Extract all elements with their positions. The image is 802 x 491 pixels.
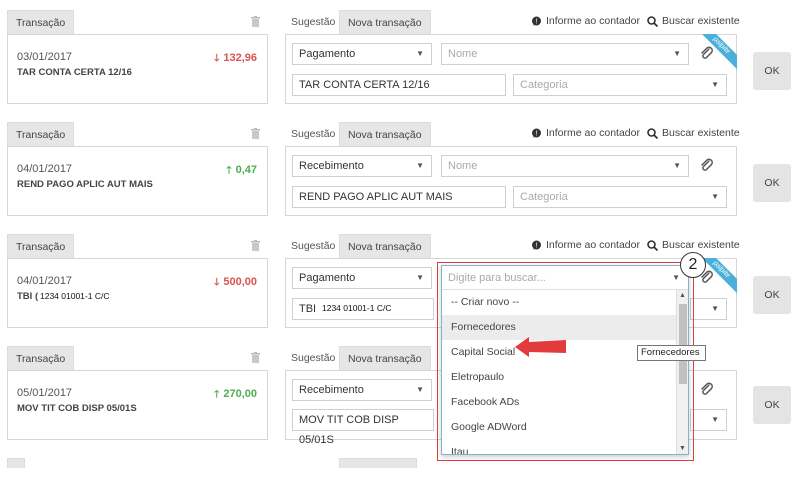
- tab-transacao-partial[interactable]: [7, 458, 25, 468]
- tab-nova-transacao[interactable]: Nova transação: [339, 346, 431, 370]
- arrow-down-icon: 🡓: [214, 53, 220, 64]
- caret-down-icon: ▼: [711, 304, 719, 313]
- tab-sugestao[interactable]: Sugestão: [287, 10, 339, 34]
- trash-icon[interactable]: [251, 352, 260, 363]
- tab-transacao[interactable]: Transação: [7, 10, 75, 34]
- buscar-link[interactable]: Buscar existente: [647, 239, 740, 251]
- caret-down-icon: ▼: [416, 161, 424, 170]
- categoria-select[interactable]: ▼: [690, 298, 727, 320]
- type-select[interactable]: Recebimento ▼: [292, 379, 432, 401]
- caret-down-icon: ▼: [711, 80, 719, 89]
- categoria-select[interactable]: ▼: [690, 409, 727, 431]
- nome-select[interactable]: Nome ▼: [441, 43, 689, 65]
- search-icon: [647, 127, 658, 139]
- transaction-card: 03/01/2017 TAR CONTA CERTA 12/16 🡓 132,96: [7, 34, 268, 104]
- tooltip: Fornecedores: [637, 345, 706, 361]
- transaction-desc: TBI (: [17, 291, 39, 302]
- tab-nova-transacao[interactable]: Nova transação: [339, 122, 431, 146]
- highlight-box: [437, 262, 694, 461]
- tab-nova-transacao[interactable]: Nova transação: [339, 234, 431, 258]
- categoria-select[interactable]: Categoria ▼: [513, 186, 727, 208]
- memo-input[interactable]: TAR CONTA CERTA 12/16: [292, 74, 506, 96]
- informe-link[interactable]: ! Informe ao contador: [531, 239, 640, 251]
- memo-input[interactable]: REND PAGO APLIC AUT MAIS: [292, 186, 506, 208]
- memo-input[interactable]: MOV TIT COB DISP 05/01S: [292, 409, 434, 446]
- search-icon: [647, 15, 658, 27]
- trash-icon[interactable]: [251, 240, 260, 251]
- transaction-amount: 🡓 500,00: [214, 276, 257, 288]
- caret-down-icon: ▼: [711, 192, 719, 201]
- svg-text:!: !: [536, 18, 538, 25]
- caret-down-icon: ▼: [416, 273, 424, 282]
- redacted-account: 1234 01001-1 C/C: [40, 290, 122, 302]
- caret-down-icon: ▼: [673, 49, 681, 58]
- type-select[interactable]: Recebimento ▼: [292, 155, 432, 177]
- transaction-desc: MOV TIT COB DISP 05/01S: [17, 403, 137, 414]
- ok-button[interactable]: OK: [753, 276, 791, 314]
- attachment-icon[interactable]: [700, 382, 714, 398]
- type-select[interactable]: Pagamento ▼: [292, 43, 432, 65]
- caret-down-icon: ▼: [416, 385, 424, 394]
- red-arrow-icon: [515, 337, 566, 357]
- transaction-amount: 🡑 0,47: [226, 164, 257, 176]
- caret-down-icon: ▼: [673, 161, 681, 170]
- attachment-icon[interactable]: [700, 46, 714, 62]
- chat-icon: !: [532, 16, 541, 26]
- tab-nova-partial[interactable]: [339, 458, 417, 468]
- transaction-amount: 🡓 132,96: [214, 52, 257, 64]
- transaction-amount: 🡑 270,00: [214, 388, 257, 400]
- transaction-card: 05/01/2017 MOV TIT COB DISP 05/01S 🡑 270,…: [7, 370, 268, 440]
- tab-transacao[interactable]: Transação: [7, 346, 75, 370]
- arrow-up-icon: 🡑: [226, 165, 232, 176]
- ok-button[interactable]: OK: [753, 386, 791, 424]
- transaction-date: 03/01/2017: [17, 51, 73, 63]
- informe-link[interactable]: ! Informe ao contador: [531, 15, 640, 27]
- redacted-memo: 1234 01001-1 C/C: [322, 302, 404, 314]
- type-select[interactable]: Pagamento ▼: [292, 267, 432, 289]
- search-icon: [647, 239, 658, 251]
- categoria-select[interactable]: Categoria ▼: [513, 74, 727, 96]
- transaction-date: 04/01/2017: [17, 275, 73, 287]
- arrow-down-icon: 🡓: [214, 277, 220, 288]
- informe-link[interactable]: ! Informe ao contador: [531, 127, 640, 139]
- tab-sugestao[interactable]: Sugestão: [287, 234, 339, 258]
- transaction-card: 04/01/2017 REND PAGO APLIC AUT MAIS 🡑 0,4…: [7, 146, 268, 216]
- tab-transacao[interactable]: Transação: [7, 234, 75, 258]
- svg-text:!: !: [536, 242, 538, 249]
- ok-button[interactable]: OK: [753, 164, 791, 202]
- trash-icon[interactable]: [251, 128, 260, 139]
- transaction-date: 05/01/2017: [17, 387, 73, 399]
- buscar-link[interactable]: Buscar existente: [647, 127, 740, 139]
- nome-select[interactable]: Nome ▼: [441, 155, 689, 177]
- tab-transacao[interactable]: Transação: [7, 122, 75, 146]
- tab-nova-transacao[interactable]: Nova transação: [339, 10, 431, 34]
- transaction-desc: REND PAGO APLIC AUT MAIS: [17, 179, 153, 190]
- transaction-date: 04/01/2017: [17, 163, 73, 175]
- arrow-up-icon: 🡑: [214, 389, 220, 400]
- caret-down-icon: ▼: [711, 415, 719, 424]
- caret-down-icon: ▼: [416, 49, 424, 58]
- step-number-badge: 2: [680, 252, 706, 278]
- ok-button[interactable]: OK: [753, 52, 791, 90]
- tab-sugestao[interactable]: Sugestão: [287, 346, 339, 370]
- tab-sugestao[interactable]: Sugestão: [287, 122, 339, 146]
- chat-icon: !: [532, 240, 541, 250]
- attachment-icon[interactable]: [700, 158, 714, 174]
- transaction-desc: TAR CONTA CERTA 12/16: [17, 67, 132, 78]
- svg-text:!: !: [536, 130, 538, 137]
- buscar-link[interactable]: Buscar existente: [647, 15, 740, 27]
- trash-icon[interactable]: [251, 16, 260, 27]
- chat-icon: !: [532, 128, 541, 138]
